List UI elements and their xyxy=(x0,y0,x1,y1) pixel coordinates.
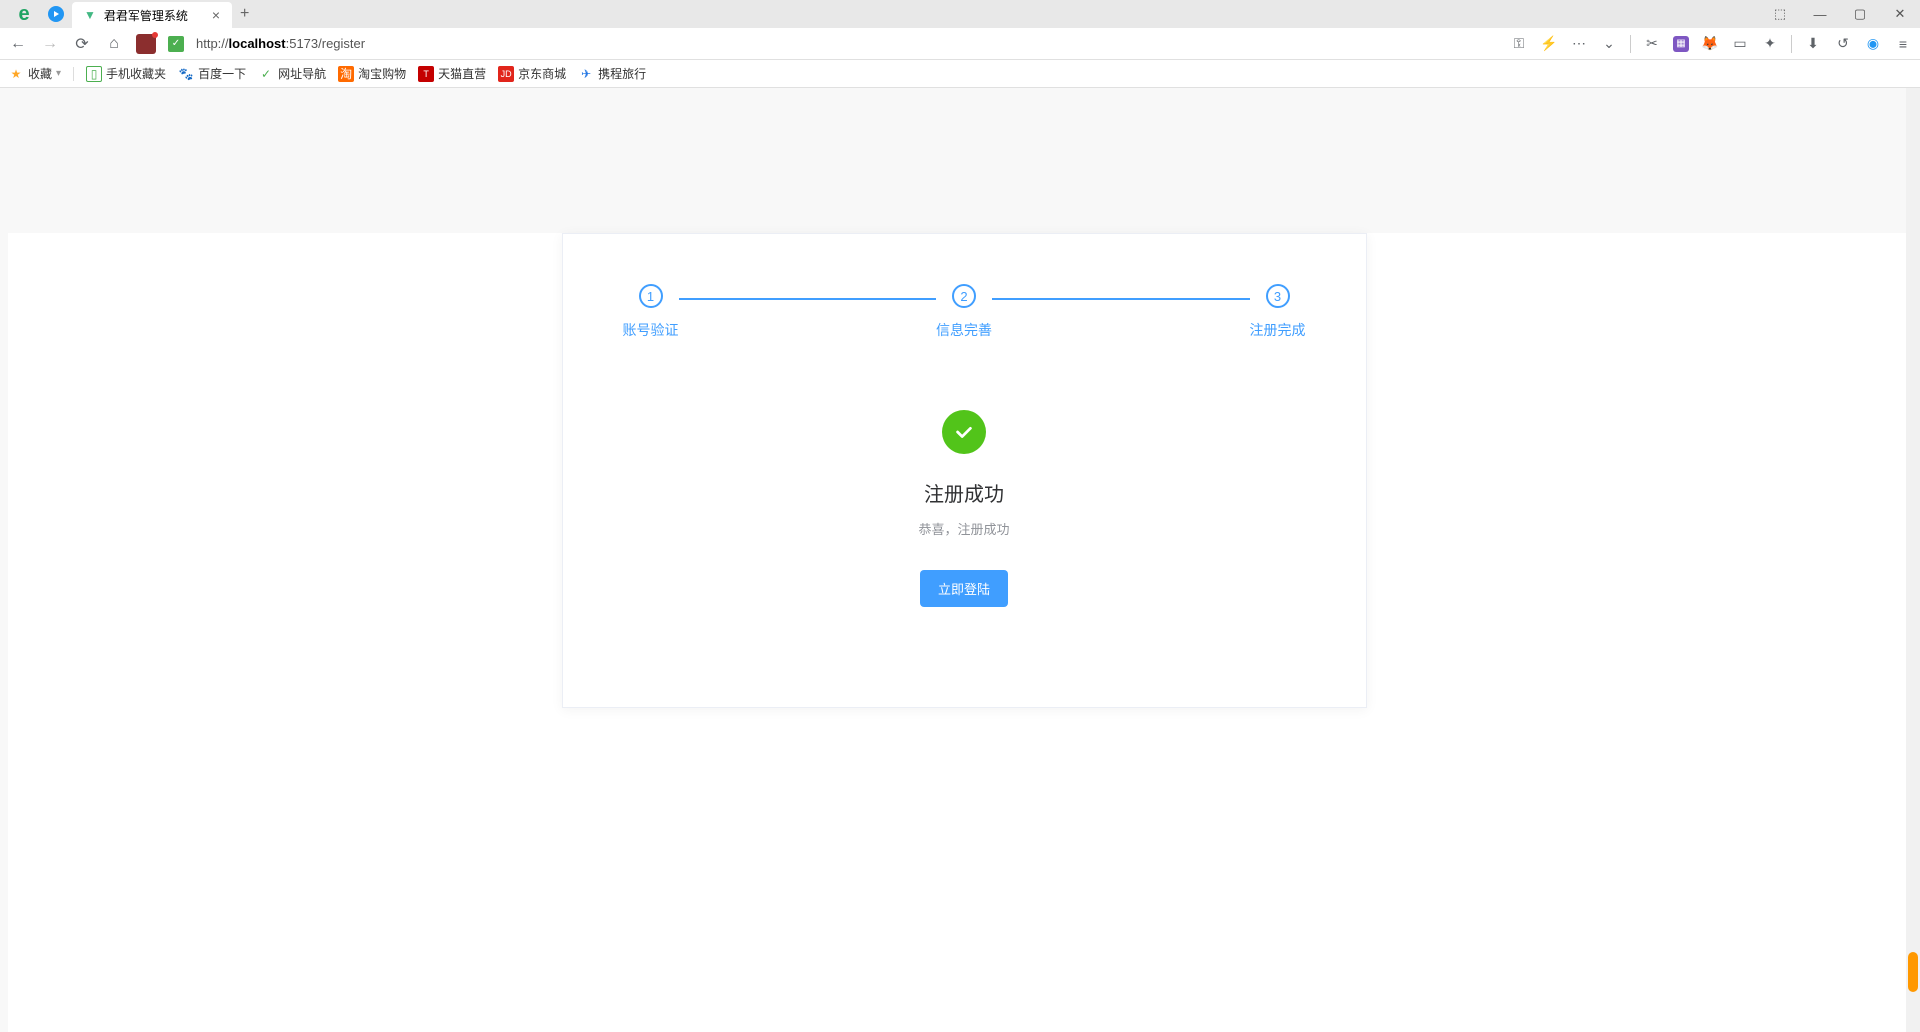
step-label: 注册完成 xyxy=(1250,320,1306,340)
register-card: 1 账号验证 2 信息完善 3 注册完成 注册成功 恭喜 xyxy=(562,233,1367,708)
bookmark-tmall[interactable]: T天猫直营 xyxy=(418,65,486,82)
step-2: 2 信息完善 xyxy=(936,284,992,340)
steps-indicator: 1 账号验证 2 信息完善 3 注册完成 xyxy=(623,284,1306,340)
step-circle: 3 xyxy=(1266,284,1290,308)
login-button[interactable]: 立即登陆 xyxy=(920,570,1008,607)
star-icon: ★ xyxy=(8,66,24,82)
taobao-icon: 淘 xyxy=(338,66,354,82)
more-icon[interactable]: ⋯ xyxy=(1570,35,1588,53)
ctrip-icon: ✈ xyxy=(578,66,594,82)
content-area: 1 账号验证 2 信息完善 3 注册完成 注册成功 恭喜 xyxy=(0,88,1920,1032)
bookmark-taobao[interactable]: 淘淘宝购物 xyxy=(338,65,406,82)
flash-icon[interactable]: ⚡ xyxy=(1540,35,1558,53)
bookmark-jd[interactable]: JD京东商城 xyxy=(498,65,566,82)
video-icon[interactable]: ▭ xyxy=(1731,35,1749,53)
step-circle: 2 xyxy=(952,284,976,308)
orange-ext-icon[interactable]: 🦊 xyxy=(1701,35,1719,53)
close-tab-icon[interactable]: × xyxy=(212,7,220,23)
window-controls: ⬚ — ▢ ✕ xyxy=(1760,0,1920,28)
scrollbar-track[interactable] xyxy=(1906,88,1920,1032)
forward-button[interactable]: → xyxy=(40,34,60,54)
maximize-button[interactable]: ▢ xyxy=(1840,0,1880,28)
result-subtitle: 恭喜，注册成功 xyxy=(918,519,1009,538)
send-icon[interactable] xyxy=(46,4,66,24)
close-window-button[interactable]: ✕ xyxy=(1880,0,1920,28)
success-icon xyxy=(942,410,986,454)
navigation-bar: ← → ⟳ ⌂ ✓ http://localhost:5173/register… xyxy=(0,28,1920,60)
step-line xyxy=(992,298,1250,300)
shopping-icon[interactable]: ⬚ xyxy=(1760,0,1800,28)
step-3: 3 注册完成 xyxy=(1250,284,1306,340)
active-tab[interactable]: ▼ 君君军管理系统 × xyxy=(72,2,232,28)
jd-icon: JD xyxy=(498,66,514,82)
scrollbar-thumb[interactable] xyxy=(1908,952,1918,992)
bookmark-nav[interactable]: ✓网址导航 xyxy=(258,65,326,82)
favorites-button[interactable]: ★ 收藏 ▾ xyxy=(8,65,61,82)
browser-tab-strip: e ▼ 君君军管理系统 × + ⬚ — ▢ ✕ xyxy=(0,0,1920,28)
scissors-icon[interactable]: ✂ xyxy=(1643,35,1661,53)
bookmark-mobile[interactable]: ▯手机收藏夹 xyxy=(86,65,166,82)
bookmark-baidu[interactable]: 🐾百度一下 xyxy=(178,65,246,82)
minimize-button[interactable]: — xyxy=(1800,0,1840,28)
key-icon[interactable]: ⚿ xyxy=(1510,35,1528,53)
step-1: 1 账号验证 xyxy=(623,284,679,340)
step-circle: 1 xyxy=(639,284,663,308)
tmall-icon: T xyxy=(418,66,434,82)
bookmark-ctrip[interactable]: ✈携程旅行 xyxy=(578,65,646,82)
page: 1 账号验证 2 信息完善 3 注册完成 注册成功 恭喜 xyxy=(8,233,1920,1032)
address-bar[interactable]: http://localhost:5173/register xyxy=(196,36,365,51)
result-title: 注册成功 xyxy=(924,478,1004,507)
vue-icon: ▼ xyxy=(84,8,96,22)
browser-logo-icon[interactable]: e xyxy=(14,4,34,24)
bookmarks-bar: ★ 收藏 ▾ ▯手机收藏夹 🐾百度一下 ✓网址导航 淘淘宝购物 T天猫直营 JD… xyxy=(0,60,1920,88)
security-badge-icon[interactable] xyxy=(136,34,156,54)
nav-right-controls: ⚿ ⚡ ⋯ ⌄ ✂ ▦ 🦊 ▭ ✦ ⬇ ↺ ◉ ≡ xyxy=(1510,35,1912,53)
baidu-icon: 🐾 xyxy=(178,66,194,82)
step-label: 信息完善 xyxy=(936,320,992,340)
new-tab-button[interactable]: + xyxy=(240,5,249,23)
nav-icon: ✓ xyxy=(258,66,274,82)
phone-icon: ▯ xyxy=(86,66,102,82)
reload-button[interactable]: ⟳ xyxy=(72,34,92,54)
back-button[interactable]: ← xyxy=(8,34,28,54)
chevron-down-icon[interactable]: ⌄ xyxy=(1600,35,1618,53)
globe-icon[interactable]: ◉ xyxy=(1864,35,1882,53)
menu-icon[interactable]: ≡ xyxy=(1894,35,1912,53)
download-icon[interactable]: ⬇ xyxy=(1804,35,1822,53)
step-line xyxy=(679,298,937,300)
puzzle-icon[interactable]: ✦ xyxy=(1761,35,1779,53)
site-shield-icon[interactable]: ✓ xyxy=(168,36,184,52)
home-button[interactable]: ⌂ xyxy=(104,34,124,54)
purple-ext-icon[interactable]: ▦ xyxy=(1673,36,1689,52)
result-panel: 注册成功 恭喜，注册成功 立即登陆 xyxy=(623,410,1306,607)
undo-icon[interactable]: ↺ xyxy=(1834,35,1852,53)
tab-title: 君君军管理系统 xyxy=(104,7,188,24)
step-label: 账号验证 xyxy=(623,320,679,340)
